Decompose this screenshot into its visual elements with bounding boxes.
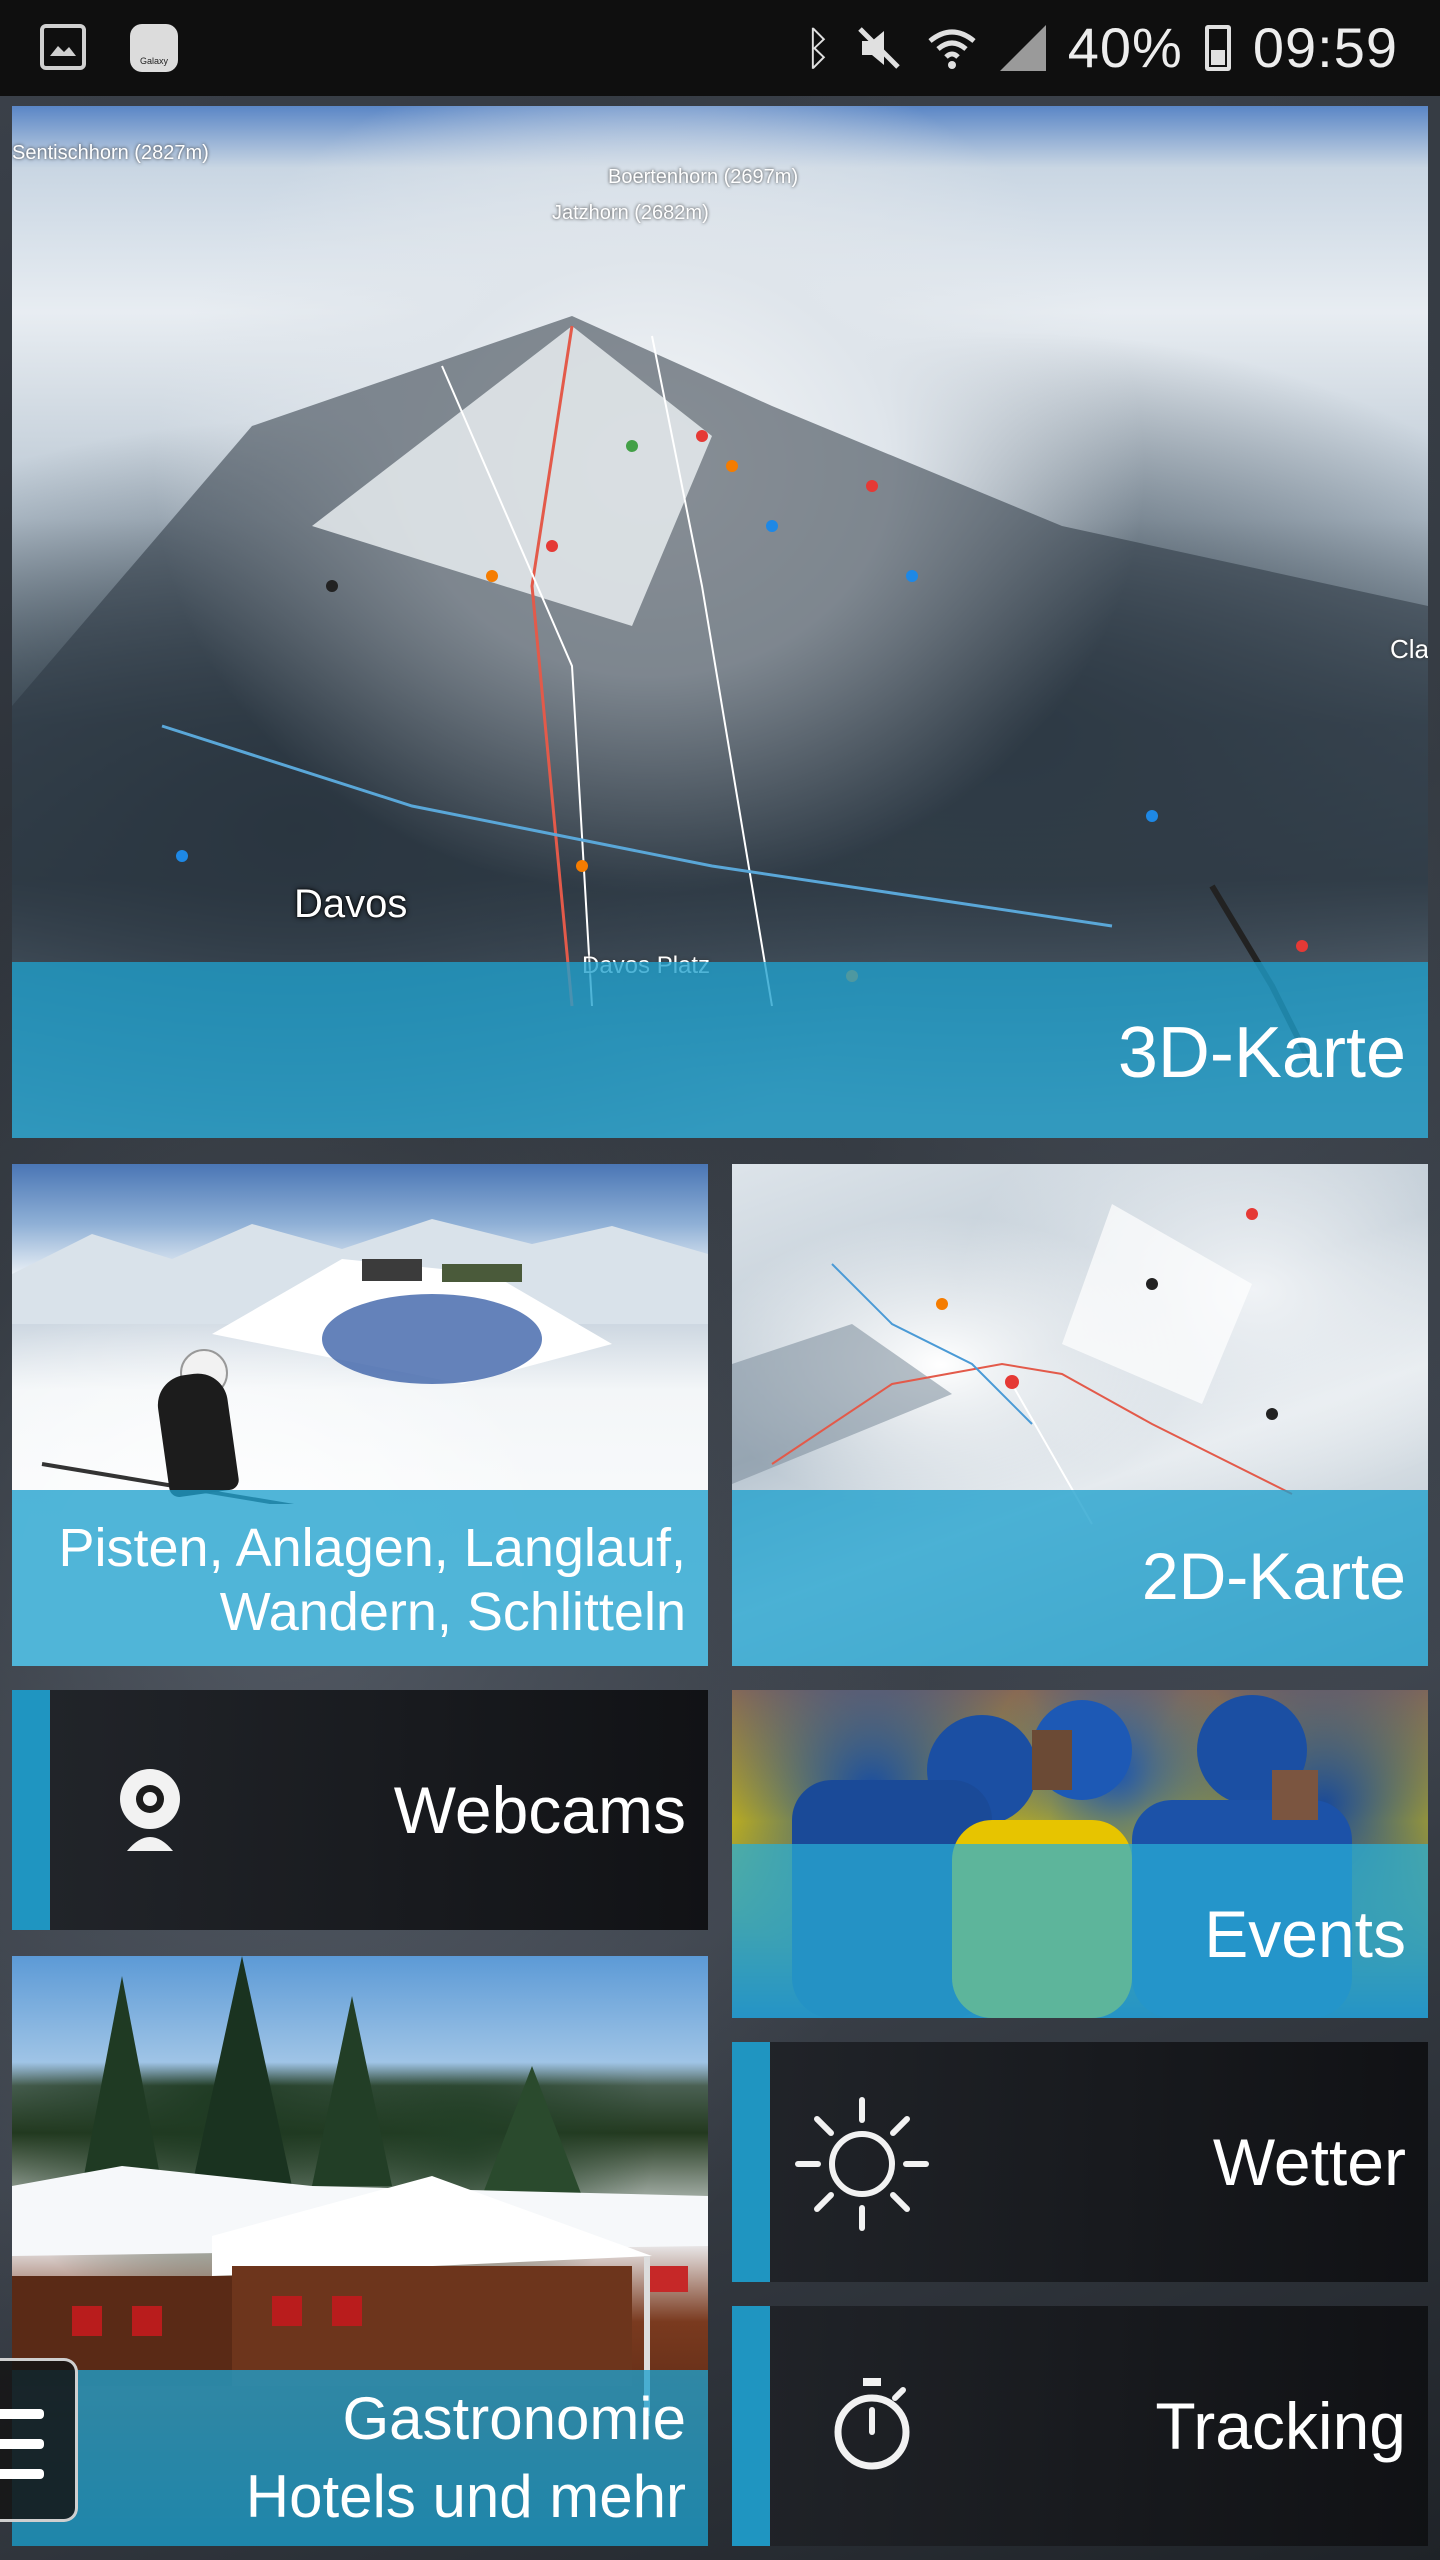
tile-label-webcams: Webcams xyxy=(393,1773,686,1847)
tile-label-line: Hotels und mehr xyxy=(245,2463,686,2530)
peak-label: Boertenhorn (2697m) xyxy=(608,166,799,188)
clock: 09:59 xyxy=(1252,16,1398,79)
tile-wetter[interactable]: Wetter xyxy=(732,2042,1428,2282)
sun-icon xyxy=(792,2094,932,2234)
galaxy-app-icon: Galaxy xyxy=(130,24,178,72)
mute-icon xyxy=(857,27,900,69)
status-bar: Galaxy ᛒ 40% 09:59 xyxy=(0,0,1440,96)
tile-label-pisten: Pisten, Anlagen, Langlauf, Wandern, Schl… xyxy=(59,1516,687,1644)
tile-2d-karte[interactable]: 2D-Karte xyxy=(732,1164,1428,1666)
webcam-icon xyxy=(100,1760,200,1860)
stopwatch-icon xyxy=(812,2364,932,2484)
tile-label-2d-karte: 2D-Karte xyxy=(1141,1539,1406,1613)
galaxy-label: Galaxy xyxy=(139,56,168,66)
tile-label-line: Gastronomie xyxy=(342,2385,686,2452)
accent-bar xyxy=(12,1690,50,1930)
tile-label-line: Pisten, Anlagen, Langlauf, xyxy=(58,1518,687,1578)
menu-button[interactable] xyxy=(0,2358,78,2522)
mountain-scenery xyxy=(12,1219,708,1504)
wifi-icon xyxy=(928,29,976,69)
battery-icon xyxy=(1204,25,1231,71)
bluetooth-icon: ᛒ xyxy=(804,22,832,74)
accent-bar xyxy=(732,2306,770,2546)
signal-icon xyxy=(999,25,1046,71)
tile-label-events: Events xyxy=(1204,1897,1406,1971)
peak-label: Sentischhorn (2827m) xyxy=(12,142,209,164)
place-label: Cla xyxy=(1390,634,1428,664)
tile-label-gastronomie: Gastronomie Hotels und mehr xyxy=(246,2380,686,2536)
tile-label-3d-karte: 3D-Karte xyxy=(1117,1013,1406,1093)
place-label: Davos xyxy=(294,882,408,926)
tile-pisten[interactable]: Pisten, Anlagen, Langlauf, Wandern, Schl… xyxy=(12,1164,708,1666)
tile-gastronomie[interactable]: Gastronomie Hotels und mehr xyxy=(12,1956,708,2546)
gallery-icon xyxy=(40,24,86,70)
tile-events[interactable]: Events xyxy=(732,1690,1428,2018)
tile-label-wetter: Wetter xyxy=(1212,2125,1406,2199)
tile-label-tracking: Tracking xyxy=(1155,2389,1406,2463)
tile-label-line: Wandern, Schlitteln xyxy=(219,1582,686,1642)
accent-bar xyxy=(732,2042,770,2282)
tile-tracking[interactable]: Tracking xyxy=(732,2306,1428,2546)
tile-3d-karte[interactable]: Sentischhorn (2827m) Boertenhorn (2697m)… xyxy=(12,106,1428,1138)
tile-webcams[interactable]: Webcams xyxy=(12,1690,708,1930)
peak-label: Jatzhorn (2682m) xyxy=(552,202,709,224)
battery-percent: 40% xyxy=(1067,16,1183,79)
